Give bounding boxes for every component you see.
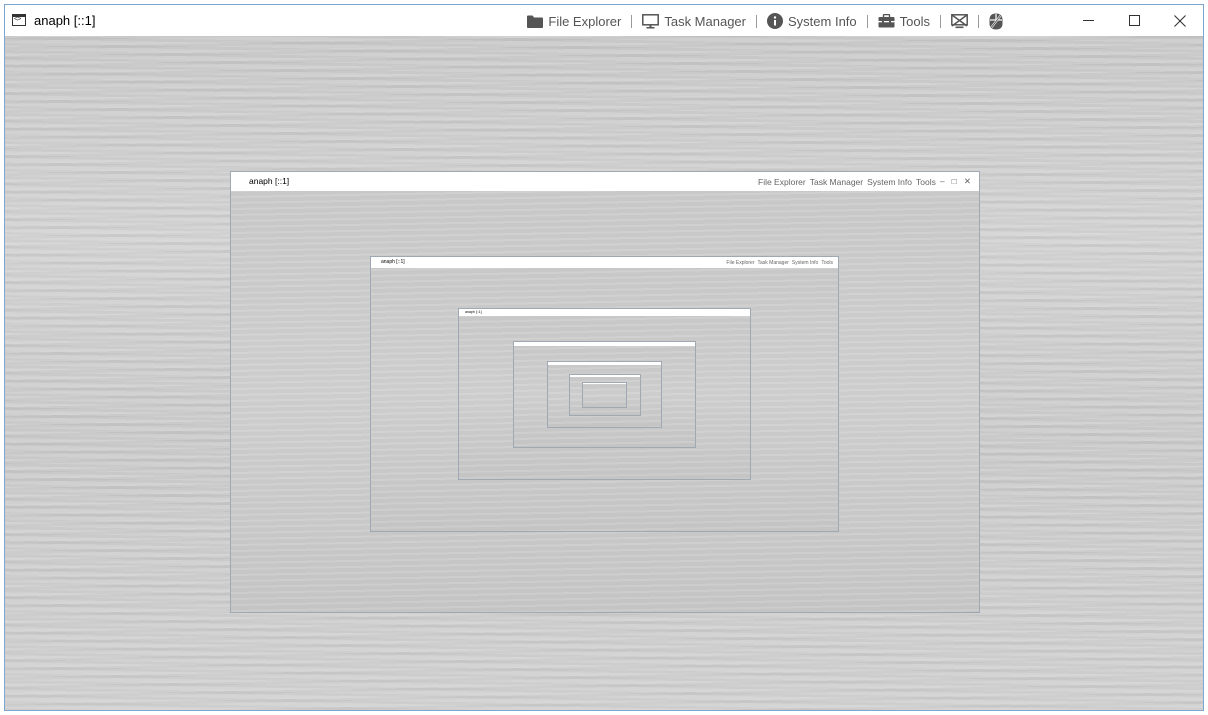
minimize-button[interactable] xyxy=(1065,5,1111,36)
window-controls xyxy=(1065,5,1203,36)
task-manager-label: Task Manager xyxy=(664,13,746,29)
file-explorer-button[interactable]: File Explorer xyxy=(527,14,621,29)
nested-title-bar: anaph [::1] File Explorer Task Manager S… xyxy=(371,257,838,268)
title-bar: anaph [::1] File Explorer Task Manager S… xyxy=(5,5,1203,36)
tools-label: Tools xyxy=(899,13,930,29)
input-control-button[interactable] xyxy=(989,13,1003,30)
nested-tools-label: Tools xyxy=(821,259,833,266)
nested-window-title: anaph [::1] xyxy=(465,310,482,314)
toolbar-separator xyxy=(978,14,979,28)
close-button[interactable] xyxy=(1157,5,1203,36)
nested-tools-label: Tools xyxy=(916,176,936,187)
folder-icon xyxy=(527,15,544,28)
nested-system-info-label: System Info xyxy=(791,259,819,266)
nested-task-manager-label: Task Manager xyxy=(757,259,789,266)
monitor-off-icon xyxy=(951,13,968,28)
tools-button[interactable]: Tools xyxy=(878,14,930,29)
remote-window: anaph [::1] File Explorer Task Manager S… xyxy=(4,4,1204,711)
system-info-button[interactable]: System Info xyxy=(767,13,857,29)
nested-task-manager-label: Task Manager xyxy=(809,176,864,187)
close-icon xyxy=(1174,14,1186,27)
mouse-icon xyxy=(989,13,1003,29)
task-manager-button[interactable]: Task Manager xyxy=(642,14,746,29)
toolbox-icon xyxy=(878,14,895,28)
nested-window-controls: – □ ✕ xyxy=(939,176,971,186)
maximize-icon xyxy=(1128,15,1140,26)
remote-desktop-view[interactable]: anaph [::1] File Explorer Task Manager S… xyxy=(5,36,1203,710)
nested-remote-window xyxy=(582,382,627,408)
toolbar-separator xyxy=(631,14,633,28)
nested-window-title: anaph [::1] xyxy=(249,176,290,186)
system-info-label: System Info xyxy=(788,13,857,29)
toolbar-separator xyxy=(756,14,757,28)
toolbar-separator xyxy=(866,14,868,28)
nested-file-explorer-label: File Explorer xyxy=(726,259,755,266)
nested-title-bar: anaph [::1] xyxy=(459,309,750,316)
nested-window-title: anaph [::1] xyxy=(381,259,405,265)
info-icon xyxy=(767,13,783,29)
app-icon xyxy=(12,14,26,26)
nested-title-bar xyxy=(548,362,661,365)
window-title: anaph [::1] xyxy=(34,13,96,28)
monitor-icon xyxy=(642,13,660,28)
display-toggle-button[interactable] xyxy=(951,13,968,29)
nested-system-info-label: System Info xyxy=(867,176,912,187)
nested-title-bar: anaph [::1] File Explorer Task Manager S… xyxy=(231,172,979,191)
file-explorer-label: File Explorer xyxy=(548,13,622,29)
maximize-button[interactable] xyxy=(1111,5,1157,36)
nested-toolbar: File Explorer Task Manager System Info T… xyxy=(754,172,971,191)
toolbar-separator xyxy=(940,14,941,28)
nested-toolbar: File Explorer Task Manager System Info T… xyxy=(723,257,833,268)
nested-title-bar xyxy=(514,342,695,346)
minimize-icon xyxy=(1082,20,1094,21)
toolbar: File Explorer Task Manager System Info T… xyxy=(527,11,1003,31)
nested-file-explorer-label: File Explorer xyxy=(758,176,806,187)
nested-title-bar xyxy=(583,383,626,384)
nested-title-bar xyxy=(570,375,640,377)
